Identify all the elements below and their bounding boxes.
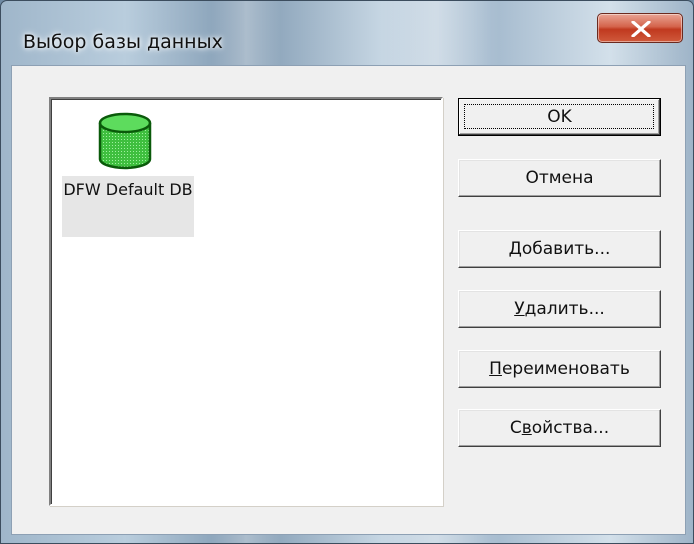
cancel-button-label: Отмена <box>525 168 594 188</box>
add-button[interactable]: Добавить... <box>458 230 661 268</box>
rename-label-rest: ереименовать <box>501 359 630 379</box>
add-label-rest: обавить... <box>521 239 611 259</box>
ok-button[interactable]: OK <box>458 98 661 136</box>
properties-label-start: С <box>509 418 522 438</box>
delete-button-label: Удалить... <box>514 299 605 319</box>
database-icon <box>98 112 152 170</box>
window-title: Выбор базы данных <box>23 31 223 53</box>
close-icon <box>631 21 651 37</box>
cancel-button[interactable]: Отмена <box>458 159 661 197</box>
add-mnemonic: Д <box>508 239 522 259</box>
dialog-client-area: DFW Default DB OK Отмена Добавить... Уда… <box>11 65 686 535</box>
delete-label-rest: далить... <box>524 299 605 319</box>
rename-button[interactable]: Переименовать <box>458 350 661 388</box>
list-item-database[interactable]: DFW Default DB <box>62 104 194 237</box>
dialog-window: Выбор базы данных DFW Default DB OK Отме… <box>0 0 694 544</box>
properties-label-rest: ойства... <box>531 418 610 438</box>
properties-button[interactable]: Свойства... <box>458 409 661 447</box>
close-button[interactable] <box>597 13 683 43</box>
title-bar[interactable]: Выбор базы данных <box>1 1 693 63</box>
database-list[interactable]: DFW Default DB <box>49 97 443 506</box>
properties-mnemonic: в <box>521 418 532 438</box>
properties-button-label: Свойства... <box>510 418 609 438</box>
delete-button[interactable]: Удалить... <box>458 290 661 328</box>
rename-button-label: Переименовать <box>489 359 630 379</box>
rename-mnemonic: П <box>489 359 502 379</box>
database-label: DFW Default DB <box>62 176 194 237</box>
delete-mnemonic: У <box>514 299 525 319</box>
ok-button-label: OK <box>547 107 572 127</box>
add-button-label: Добавить... <box>509 239 611 259</box>
